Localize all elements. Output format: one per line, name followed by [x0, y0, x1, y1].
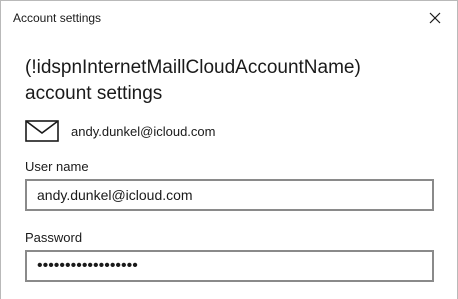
account-summary: andy.dunkel@icloud.com — [25, 120, 215, 142]
password-field[interactable] — [25, 250, 434, 282]
password-label: Password — [25, 230, 83, 245]
heading-line-1: (!idspnInternetMaillCloudAccountName) — [25, 57, 361, 78]
dialog-title: Account settings — [13, 11, 102, 25]
username-field[interactable] — [25, 179, 434, 211]
username-label: User name — [25, 159, 89, 174]
close-button[interactable] — [419, 5, 451, 31]
account-email: andy.dunkel@icloud.com — [71, 123, 216, 139]
title-bar: Account settings — [1, 1, 457, 35]
heading-line-2: account settings — [25, 83, 163, 104]
page-heading: (!idspnInternetMaillCloudAccountName) ac… — [25, 55, 445, 107]
mail-icon — [25, 120, 59, 142]
close-icon — [429, 12, 441, 24]
account-settings-dialog: Account settings (!idspnInternetMaillClo… — [0, 0, 458, 299]
